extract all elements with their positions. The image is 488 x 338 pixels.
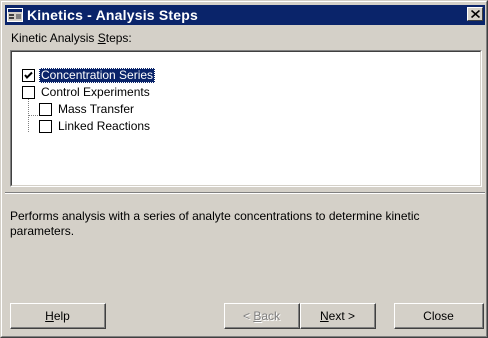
back-button-face: < Back (225, 304, 299, 328)
close-label: Close (423, 308, 454, 323)
close-button-face: Close (395, 304, 483, 328)
dialog-window: Kinetics - Analysis Steps Kinetic Analys… (0, 0, 488, 338)
tree-item-label[interactable]: Mass Transfer (56, 102, 136, 117)
label-text-before: Kinetic Analysis (11, 31, 98, 45)
tree-item-concentration-series[interactable]: Concentration Series (22, 67, 156, 84)
mass-transfer-checkbox[interactable] (39, 103, 52, 116)
tree-item-label[interactable]: Concentration Series (39, 68, 156, 83)
next-mnemonic: N (319, 308, 329, 323)
analysis-steps-tree[interactable]: Concentration Series Control Experiments… (10, 50, 482, 187)
linked-reactions-checkbox[interactable] (39, 120, 52, 133)
close-button[interactable]: Close (394, 303, 484, 329)
help-mnemonic: H (45, 308, 54, 323)
close-icon (470, 7, 480, 21)
step-description: Performs analysis with a series of analy… (10, 209, 420, 238)
separator-highlight (5, 193, 485, 194)
analysis-steps-label: Kinetic Analysis Steps: (11, 31, 132, 45)
back-prefix: < (242, 308, 254, 323)
tree-item-linked-reactions[interactable]: Linked Reactions (39, 118, 152, 135)
dialog-frame: Kinetics - Analysis Steps Kinetic Analys… (1, 1, 487, 337)
control-experiments-checkbox[interactable] (22, 86, 35, 99)
back-button[interactable]: < Back (224, 303, 300, 329)
tree-item-label[interactable]: Control Experiments (39, 85, 152, 100)
help-button[interactable]: Help (10, 303, 106, 329)
next-button-face: Next > (301, 304, 375, 328)
next-label: ext > (328, 308, 356, 323)
close-window-button[interactable] (467, 7, 483, 21)
checkmark-icon (24, 71, 33, 79)
tree-item-mass-transfer[interactable]: Mass Transfer (39, 101, 136, 118)
label-mnemonic: S (97, 31, 106, 45)
tree-item-control-experiments[interactable]: Control Experiments (22, 84, 152, 101)
window-title: Kinetics - Analysis Steps (27, 7, 198, 23)
tree-viewport: Concentration Series Control Experiments… (11, 51, 481, 186)
label-text-after: teps: (105, 31, 132, 45)
next-button[interactable]: Next > (300, 303, 376, 329)
help-label: elp (53, 308, 70, 323)
title-bar[interactable]: Kinetics - Analysis Steps (5, 5, 485, 25)
window-app-icon[interactable] (7, 7, 23, 23)
tree-item-label[interactable]: Linked Reactions (56, 119, 152, 134)
help-button-face: Help (11, 304, 105, 328)
concentration-series-checkbox[interactable] (22, 69, 35, 82)
back-label: ack (261, 308, 281, 323)
back-mnemonic: B (253, 308, 262, 323)
